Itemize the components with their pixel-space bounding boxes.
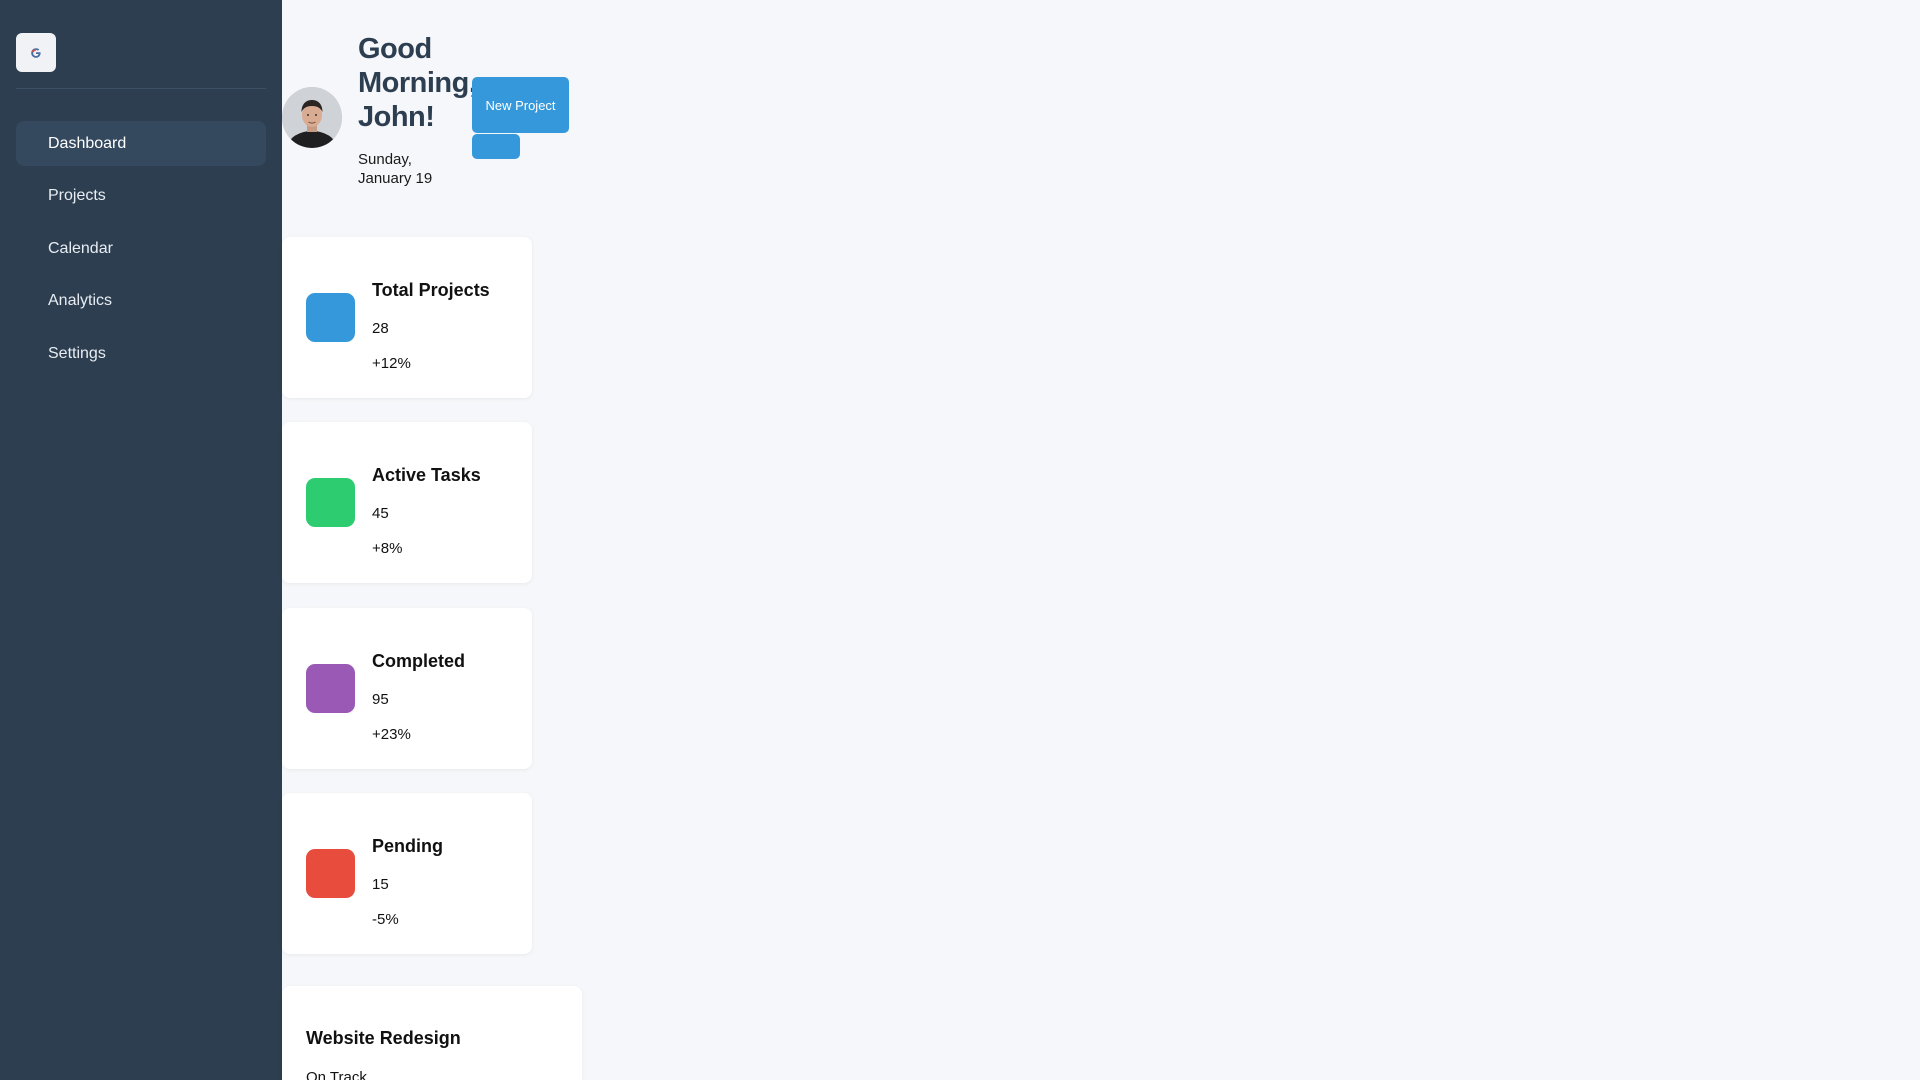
sidebar-item-label: Calendar — [48, 239, 113, 257]
sidebar-item-label: Dashboard — [48, 134, 127, 152]
stat-change: -5% — [372, 911, 399, 928]
stat-card-pending[interactable]: Pending 15 -5% — [282, 793, 532, 954]
new-project-button[interactable]: New Project — [472, 77, 569, 133]
stat-icon — [306, 664, 355, 713]
sidebar-item-analytics[interactable]: Analytics — [16, 279, 266, 324]
stat-change: +23% — [372, 726, 411, 743]
sidebar: Dashboard Projects Calendar Analytics Se… — [0, 0, 282, 1080]
stat-value: 95 — [372, 691, 389, 708]
stat-card-total-projects[interactable]: Total Projects 28 +12% — [282, 237, 532, 398]
stat-change: +12% — [372, 355, 411, 372]
sidebar-item-label: Settings — [48, 344, 106, 362]
secondary-action-button[interactable] — [472, 134, 520, 159]
sidebar-item-settings[interactable]: Settings — [16, 331, 266, 376]
stat-title: Total Projects — [372, 280, 490, 300]
stat-change: +8% — [372, 540, 403, 557]
project-status: On Track — [306, 1069, 367, 1080]
page-title: Good Morning, John! — [358, 33, 477, 133]
sidebar-divider — [16, 88, 266, 89]
stat-title: Completed — [372, 651, 466, 671]
stat-title: Pending — [372, 836, 443, 856]
sidebar-item-dashboard[interactable]: Dashboard — [16, 121, 266, 166]
g-logo-icon — [31, 47, 41, 58]
sidebar-nav: Dashboard Projects Calendar Analytics Se… — [16, 121, 266, 384]
stat-icon — [306, 849, 355, 898]
stat-value: 45 — [372, 505, 389, 522]
stat-icon — [306, 478, 355, 527]
current-date: Sunday, January 19 — [358, 151, 433, 187]
stat-card-active-tasks[interactable]: Active Tasks 45 +8% — [282, 422, 532, 583]
avatar[interactable] — [282, 87, 342, 148]
sidebar-item-label: Projects — [48, 187, 106, 204]
project-title: Website Redesign — [306, 1028, 461, 1048]
stat-value: 15 — [372, 876, 389, 893]
sidebar-item-label: Analytics — [48, 292, 113, 309]
user-avatar-icon — [282, 87, 342, 148]
sidebar-item-projects[interactable]: Projects — [16, 174, 266, 219]
project-card[interactable]: Website Redesign On Track — [282, 986, 582, 1080]
stat-icon — [306, 293, 355, 342]
stat-card-completed[interactable]: Completed 95 +23% — [282, 608, 532, 769]
logo[interactable] — [16, 33, 56, 72]
stat-title: Active Tasks — [372, 465, 481, 485]
stat-value: 28 — [372, 320, 389, 337]
sidebar-item-calendar[interactable]: Calendar — [16, 226, 266, 271]
